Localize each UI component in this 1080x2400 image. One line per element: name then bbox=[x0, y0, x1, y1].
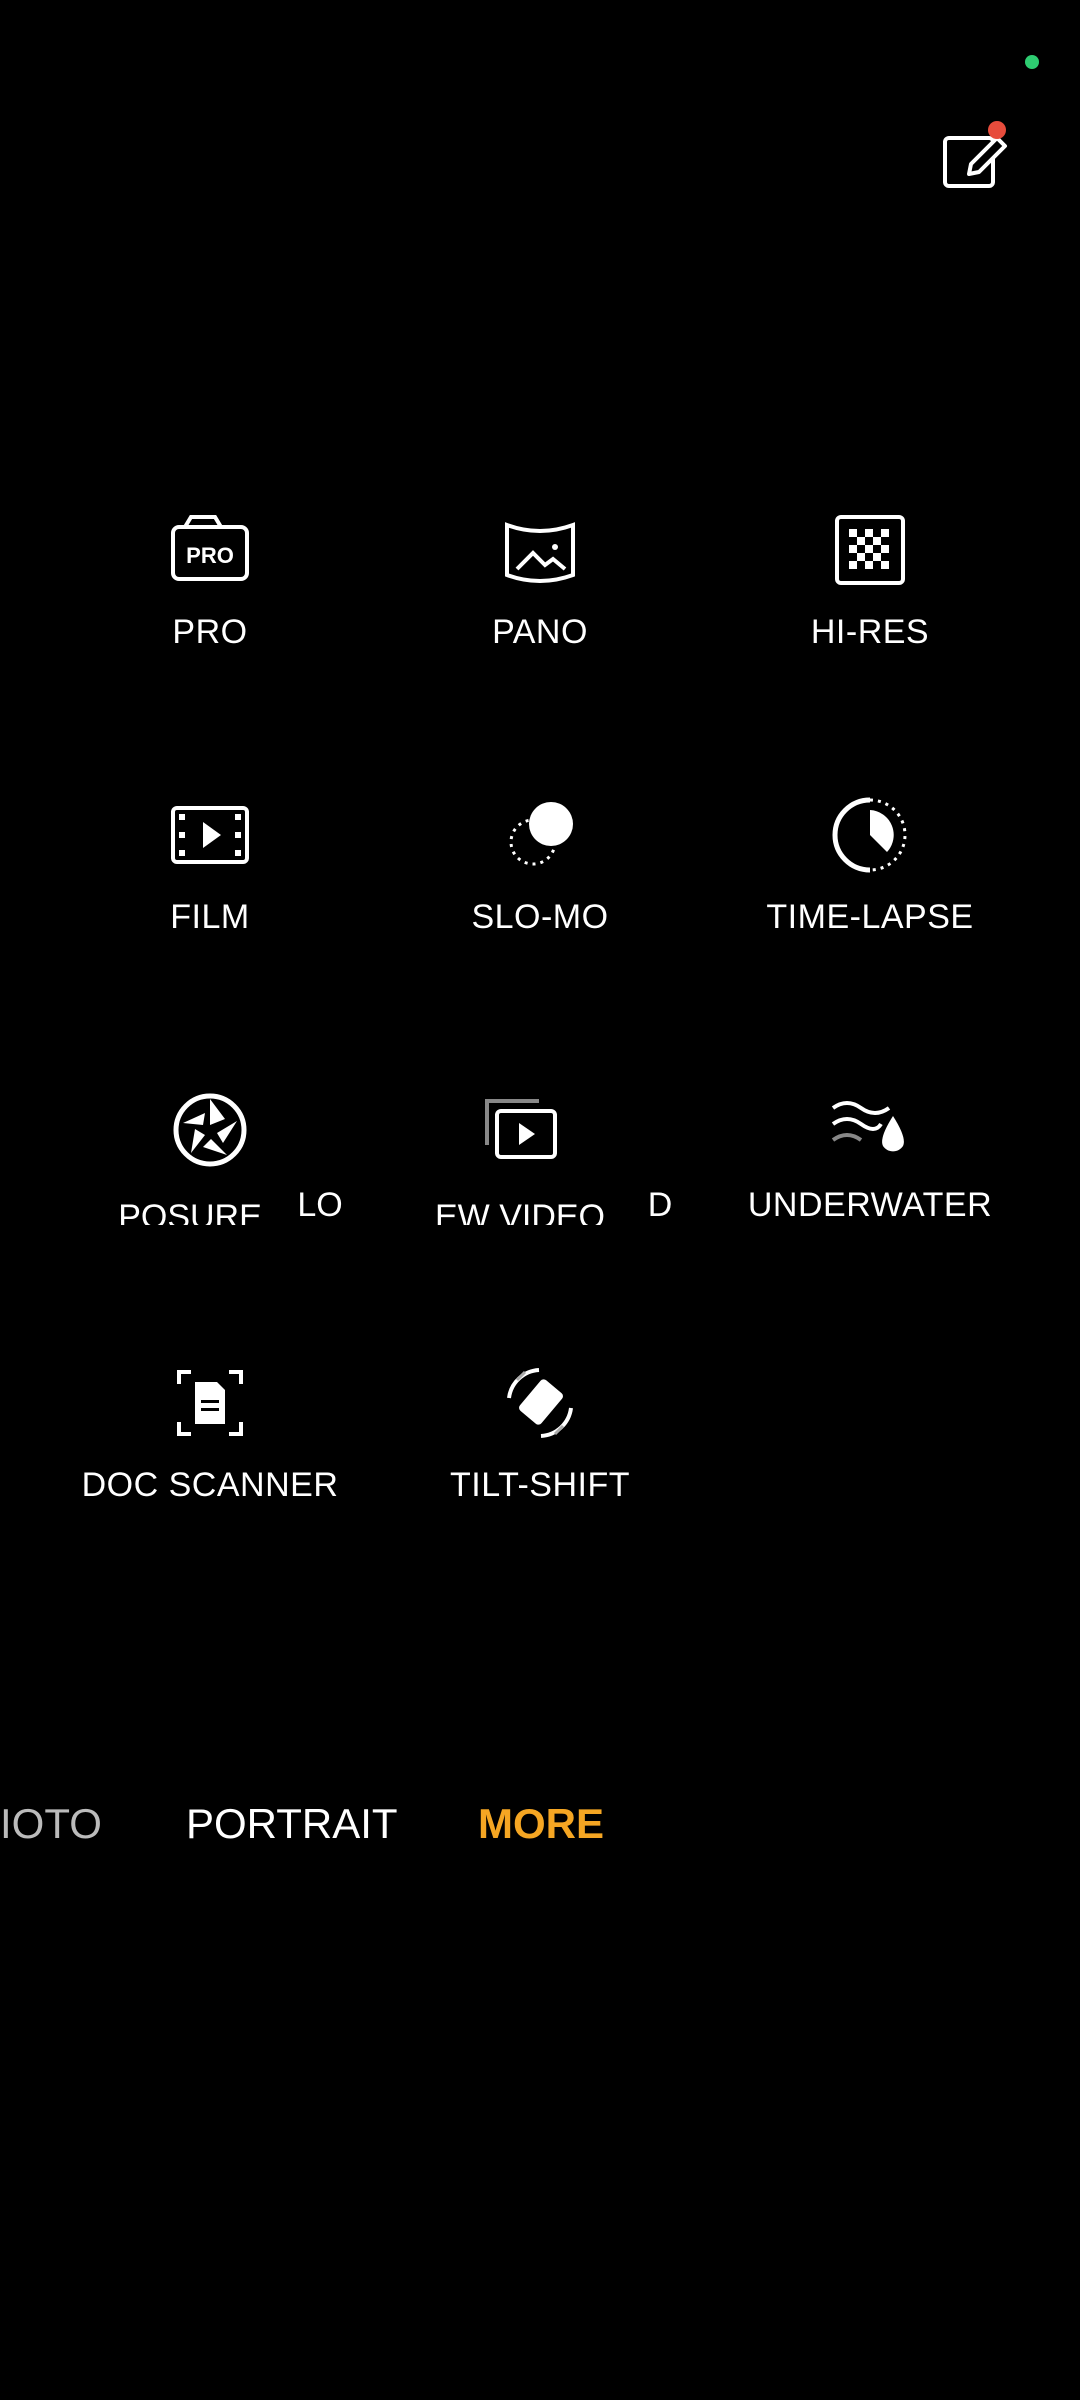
mode-label: TILT-SHIFT bbox=[449, 1466, 631, 1504]
mode-label: HI-RES bbox=[810, 613, 930, 651]
doc-scanner-icon bbox=[177, 1370, 243, 1436]
scrollable-mode-row[interactable]: POSURE LO EW VIDEO D bbox=[0, 1085, 1080, 1225]
mode-grid: PRO PRO PANO HI-RES FILM SLO-MO TIME-LAP… bbox=[0, 0, 1080, 1600]
mode-film[interactable]: FILM bbox=[50, 790, 370, 960]
pro-camera-icon: PRO bbox=[171, 515, 249, 581]
mode-label: TIME-LAPSE bbox=[766, 898, 974, 936]
panorama-icon bbox=[505, 522, 575, 583]
mode-label: PANO bbox=[492, 613, 588, 651]
hi-res-icon bbox=[835, 515, 905, 585]
mode-partial[interactable]: D bbox=[645, 1085, 675, 1225]
svg-text:PRO: PRO bbox=[186, 543, 234, 568]
mode-label: D bbox=[647, 1186, 673, 1224]
mode-label: EW VIDEO bbox=[434, 1198, 606, 1225]
preview-video-icon bbox=[485, 1099, 557, 1159]
tab-portrait[interactable]: PORTRAIT bbox=[186, 1800, 398, 1848]
mode-label: SLO-MO bbox=[471, 898, 609, 936]
time-lapse-icon bbox=[832, 797, 907, 873]
aperture-icon bbox=[173, 1093, 247, 1167]
mode-pano[interactable]: PANO bbox=[380, 505, 700, 675]
mode-preview-video[interactable]: EW VIDEO bbox=[410, 1085, 630, 1225]
tilt-shift-icon bbox=[507, 1368, 573, 1438]
mode-label: LO bbox=[297, 1186, 343, 1224]
mode-partial[interactable]: LO bbox=[290, 1085, 350, 1225]
mode-tilt-shift[interactable]: TILT-SHIFT bbox=[380, 1358, 700, 1528]
mode-label: FILM bbox=[170, 898, 250, 936]
mode-doc-scanner[interactable]: DOC SCANNER bbox=[50, 1358, 370, 1528]
mode-hi-res[interactable]: HI-RES bbox=[710, 505, 1030, 675]
mode-time-lapse[interactable]: TIME-LAPSE bbox=[710, 790, 1030, 960]
film-icon bbox=[171, 806, 249, 864]
tab-more[interactable]: MORE bbox=[478, 1800, 604, 1848]
mode-long-exposure[interactable]: POSURE bbox=[100, 1085, 320, 1225]
mode-pro[interactable]: PRO PRO bbox=[50, 505, 370, 675]
mode-label: PRO bbox=[172, 613, 248, 651]
tab-photo[interactable]: IOTO bbox=[0, 1800, 102, 1848]
slo-mo-icon bbox=[509, 802, 573, 866]
mode-label: DOC SCANNER bbox=[81, 1466, 339, 1504]
mode-label: POSURE bbox=[118, 1198, 262, 1225]
camera-mode-tabs[interactable]: IOTO PORTRAIT MORE bbox=[0, 1800, 1080, 1870]
mode-slo-mo[interactable]: SLO-MO bbox=[380, 790, 700, 960]
